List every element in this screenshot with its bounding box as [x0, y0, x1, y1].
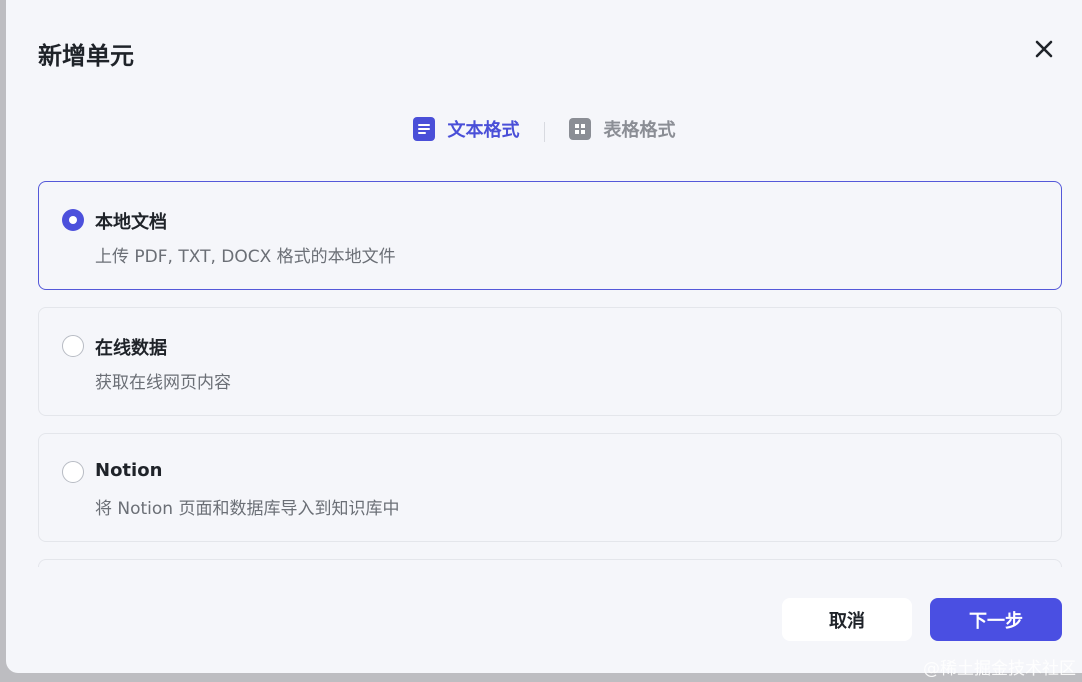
add-unit-dialog: 新增单元 文本格式 表格格式 本地文档 上传 PDF, TXT, DOCX 格式…: [6, 0, 1082, 673]
watermark: @稀土掘金技术社区: [923, 659, 1076, 679]
option-title: 本地文档: [95, 212, 167, 233]
option-title: Notion: [95, 460, 163, 481]
option-notion[interactable]: Notion 将 Notion 页面和数据库导入到知识库中: [38, 433, 1062, 542]
option-online-data[interactable]: 在线数据 获取在线网页内容: [38, 307, 1062, 416]
tab-divider: [543, 122, 545, 142]
document-icon: [412, 117, 435, 141]
cancel-button[interactable]: 取消: [782, 598, 912, 641]
page: 新增单元 文本格式 表格格式 本地文档 上传 PDF, TXT, DOCX 格式…: [0, 0, 1082, 682]
tab-text-format-label: 文本格式: [447, 120, 520, 141]
close-icon: [1035, 40, 1053, 58]
format-tabs: 文本格式 表格格式: [6, 114, 1082, 144]
tab-text-format[interactable]: 文本格式: [412, 116, 520, 142]
option-description: 将 Notion 页面和数据库导入到知识库中: [95, 499, 400, 519]
option-local-document[interactable]: 本地文档 上传 PDF, TXT, DOCX 格式的本地文件: [38, 181, 1062, 290]
dialog-title: 新增单元: [38, 42, 134, 70]
source-options: 本地文档 上传 PDF, TXT, DOCX 格式的本地文件 在线数据 获取在线…: [38, 181, 1062, 567]
radio-notion[interactable]: [62, 461, 84, 483]
option-description: 获取在线网页内容: [95, 373, 231, 393]
tab-table-format[interactable]: 表格格式: [568, 116, 676, 142]
radio-local-document[interactable]: [62, 209, 84, 231]
table-icon: [568, 118, 591, 140]
option-title: 在线数据: [95, 338, 167, 359]
next-step-button[interactable]: 下一步: [930, 598, 1062, 641]
radio-online-data[interactable]: [62, 335, 84, 357]
tab-table-format-label: 表格格式: [603, 120, 676, 141]
close-button[interactable]: [1031, 36, 1057, 62]
option-description: 上传 PDF, TXT, DOCX 格式的本地文件: [95, 247, 396, 267]
option-more-partial: [38, 559, 1062, 567]
